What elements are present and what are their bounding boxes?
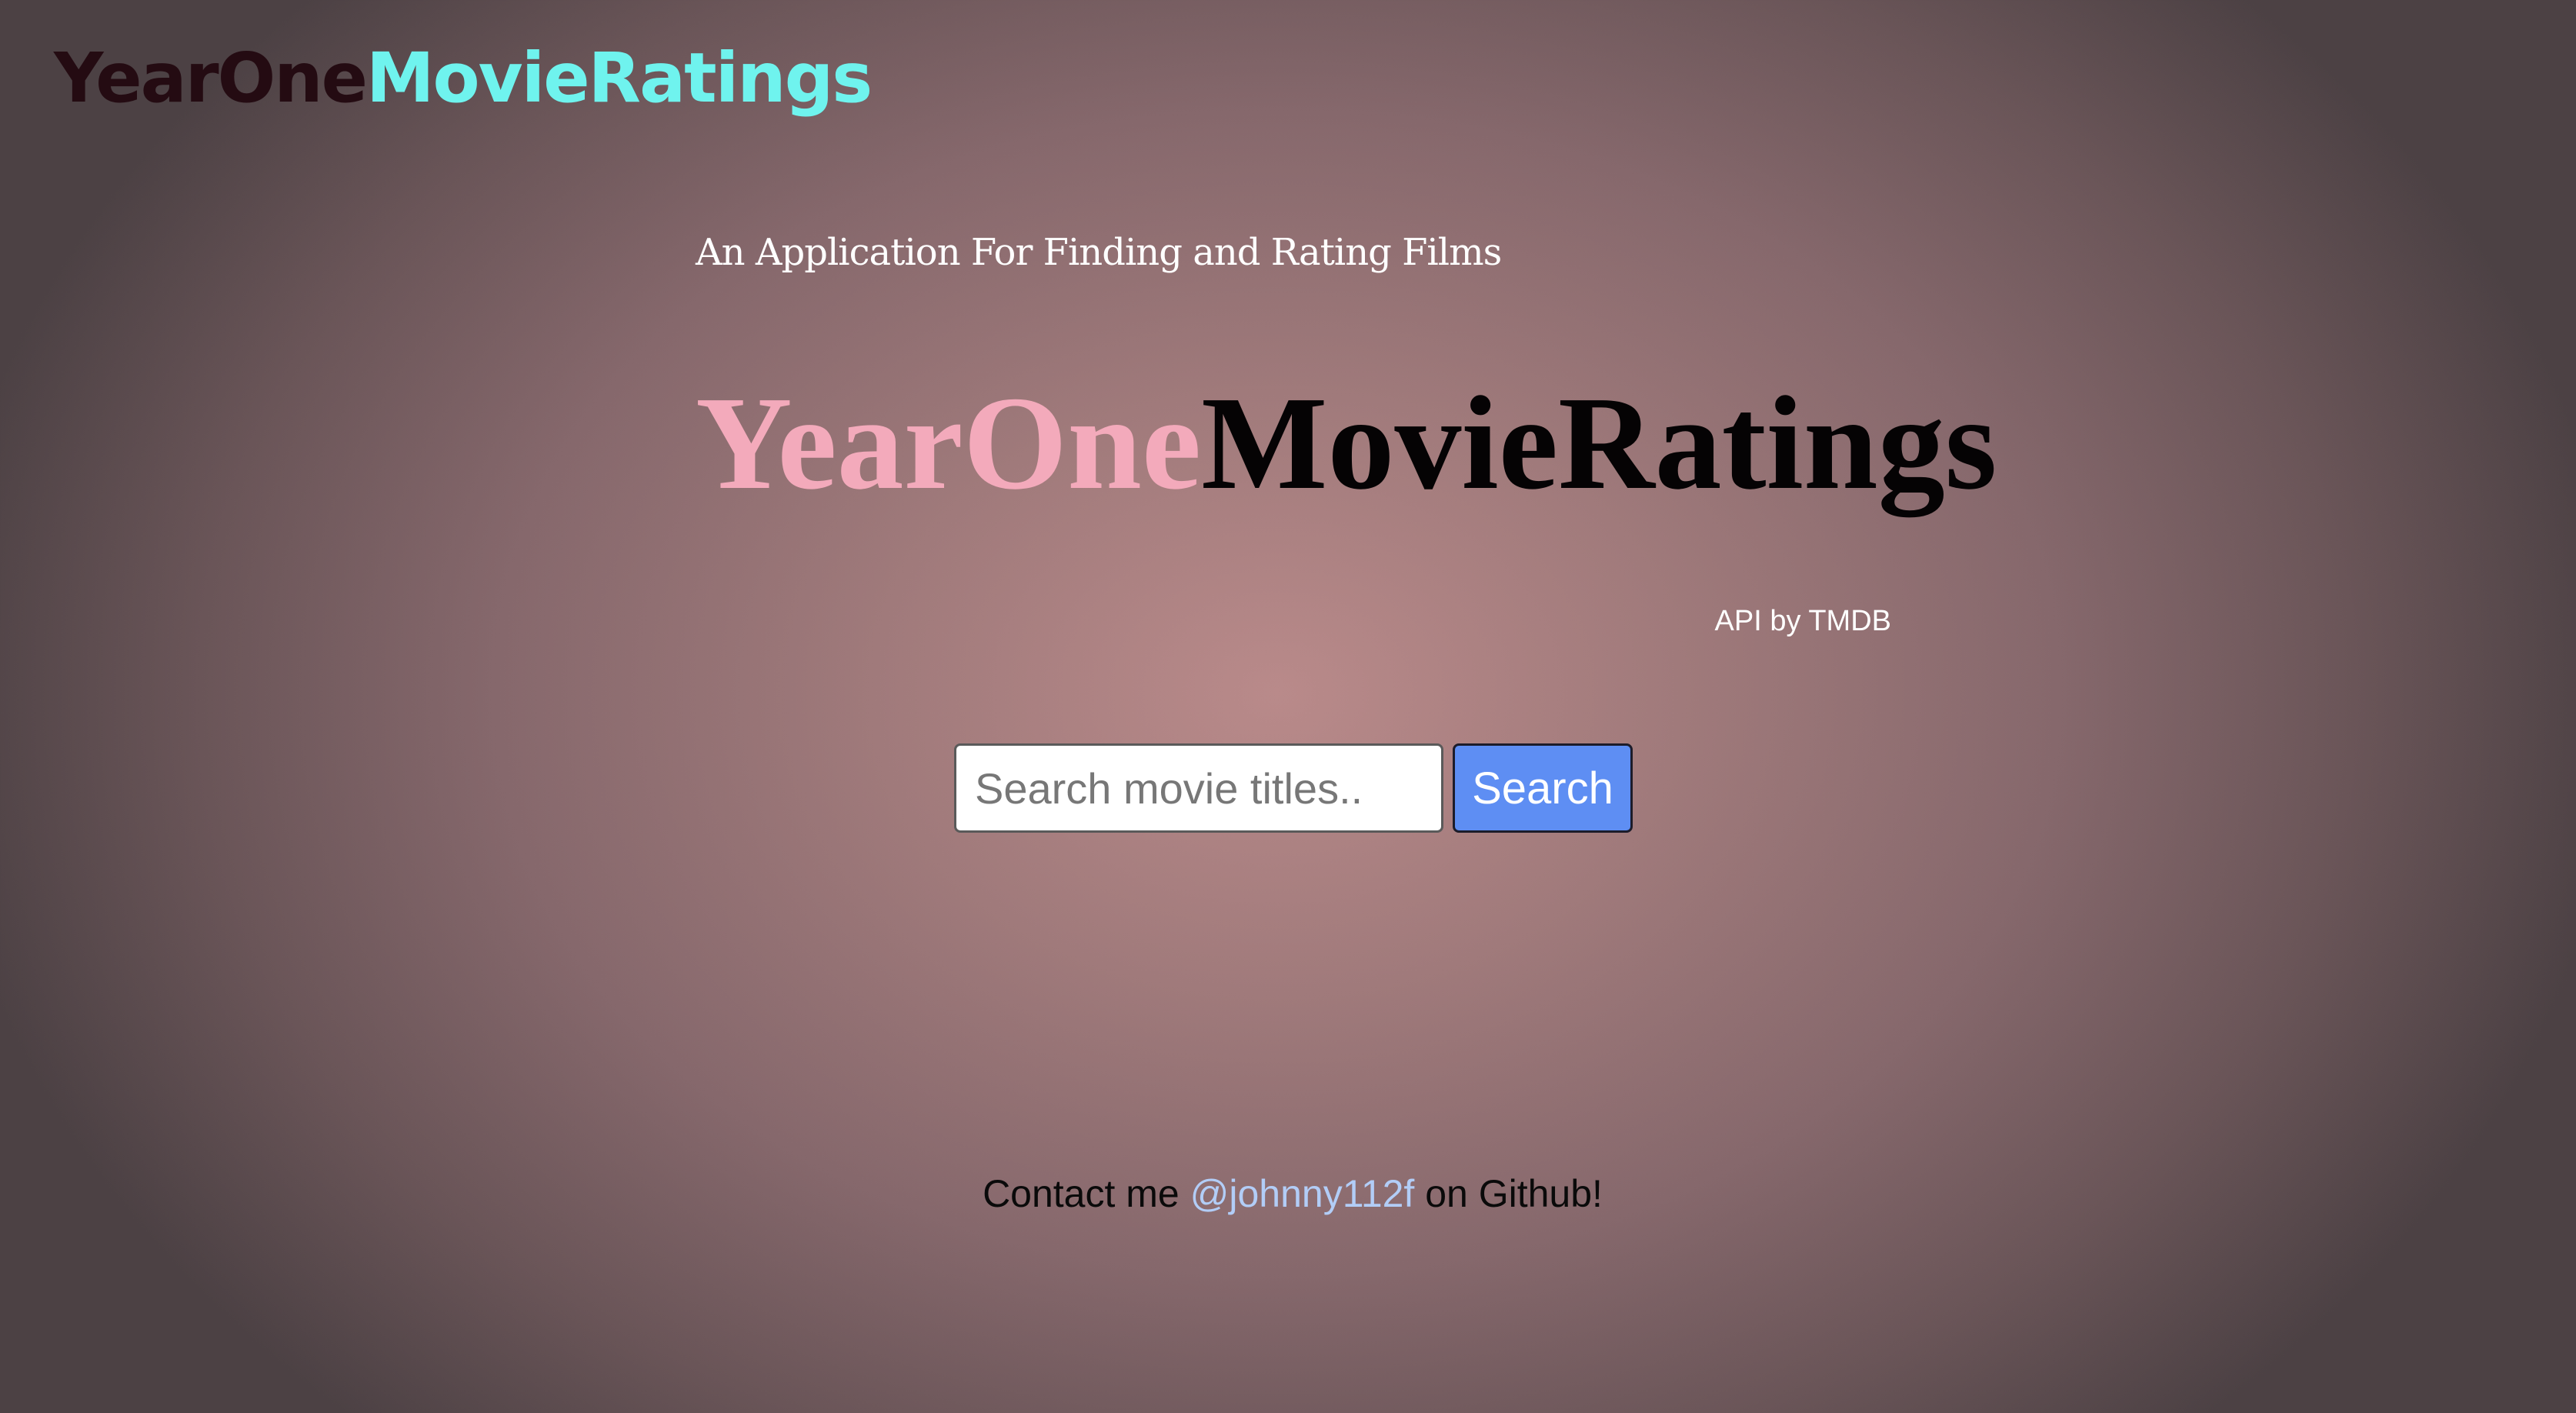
footer-suffix: on Github!: [1414, 1172, 1603, 1215]
tagline: An Application For Finding and Rating Fi…: [696, 231, 1502, 274]
nav-logo-part2: MovieRatings: [365, 38, 873, 118]
nav-logo-part1: YearOne: [54, 38, 368, 118]
nav-logo[interactable]: YearOneMovieRatings: [54, 37, 873, 119]
search-button[interactable]: Search: [1453, 743, 1633, 833]
hero-title-part1: YearOne: [696, 369, 1202, 517]
api-credit: API by TMDB: [1714, 605, 1891, 637]
footer: Contact me @johnny112f on Github!: [0, 1171, 2576, 1216]
footer-prefix: Contact me: [983, 1172, 1190, 1215]
hero-title: YearOneMovieRatings: [696, 369, 1997, 516]
github-link[interactable]: @johnny112f: [1190, 1172, 1415, 1215]
search-input[interactable]: [954, 743, 1443, 833]
search-form: Search: [954, 743, 1633, 833]
hero-title-part2: MovieRatings: [1201, 369, 1997, 517]
